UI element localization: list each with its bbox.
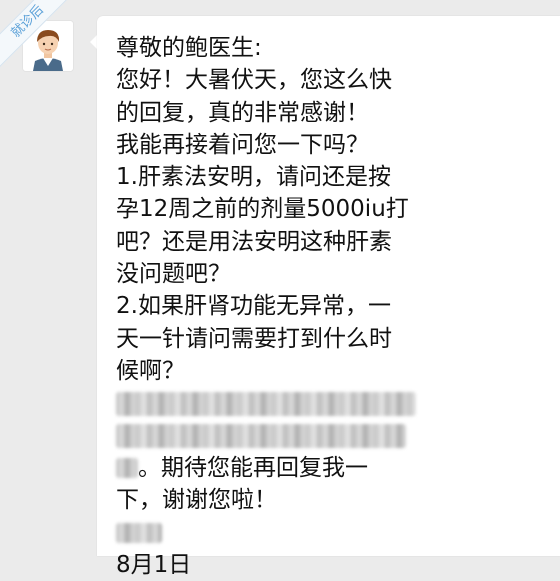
message-text: 尊敬的鲍医生: 您好！大暑伏天，您这么快 的回复，真的非常感谢！ 我能再接着问您…	[116, 32, 556, 581]
redacted-text	[116, 391, 416, 416]
message-line-15: 下，谢谢您啦！	[116, 487, 277, 514]
message-line-4: 我能再接着问您一下吗？	[116, 131, 369, 158]
message-line-6: 孕12周之前的剂量5000iu打	[116, 196, 409, 223]
blurred-line-1	[116, 387, 556, 419]
redacted-text	[116, 458, 138, 479]
message-line-14: 。期待您能再回复我一	[116, 452, 556, 484]
message-line-14-text: 。期待您能再回复我一	[138, 454, 368, 481]
message-line-11: 候啊？	[116, 357, 185, 384]
blurred-line-2	[116, 420, 556, 452]
message-line-1: 尊敬的鲍医生:	[116, 35, 262, 61]
message-line-7: 吧？还是用法安明这种肝素	[116, 228, 392, 255]
redacted-signature	[116, 522, 162, 543]
message-date: 8月1日	[116, 551, 192, 578]
message-line-3: 的回复，真的非常感谢！	[116, 99, 369, 126]
message-line-10: 天一针请问需要打到什么时	[116, 325, 392, 352]
message-line-2: 您好！大暑伏天，您这么快	[116, 67, 392, 94]
message-line-9: 2.如果肝肾功能无异常，一	[116, 293, 391, 320]
message-line-8: 没问题吧？	[116, 261, 231, 288]
redacted-text	[116, 424, 406, 449]
message-line-5: 1.肝素法安明，请问还是按	[116, 164, 391, 191]
